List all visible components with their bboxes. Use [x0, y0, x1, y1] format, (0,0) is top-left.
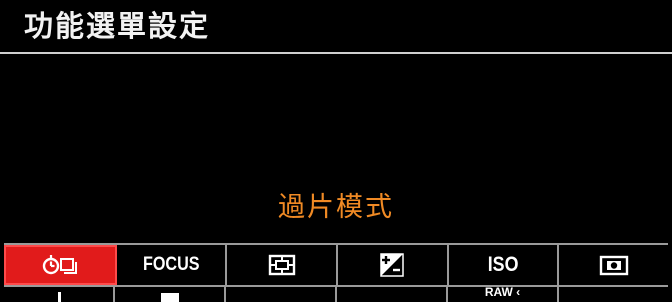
exposure-compensation-button[interactable]	[338, 245, 449, 285]
focus-label: FOCUS	[142, 254, 200, 275]
iso-button[interactable]: ISO	[449, 245, 560, 285]
partial-cell-5[interactable]: RAW ‹	[448, 287, 559, 302]
metering-mode-button[interactable]	[227, 245, 339, 285]
camera-frame-icon	[599, 254, 629, 276]
exposure-compensation-icon	[380, 253, 405, 277]
iso-label: ISO	[487, 253, 519, 276]
second-toolbar-row-partial: RAW ‹	[4, 287, 668, 302]
focus-button[interactable]: FOCUS	[117, 245, 228, 285]
partial-cell-6[interactable]	[559, 287, 668, 302]
self-timer-continuous-icon	[40, 253, 80, 277]
page-title: 功能選單設定	[24, 9, 211, 43]
function-menu-toolbar: FOCUS ISO	[4, 243, 668, 287]
selected-function-label: 過片模式	[278, 192, 394, 223]
partial-cell-1[interactable]	[4, 287, 115, 302]
drive-mode-button[interactable]	[4, 245, 117, 285]
partial-cell-2[interactable]	[115, 287, 226, 302]
partial-cell-4[interactable]	[337, 287, 448, 302]
raw-label-fragment: RAW ‹	[484, 287, 521, 299]
header-bar: 功能選單設定	[0, 0, 672, 52]
metering-mode-icon	[268, 254, 296, 276]
title-divider	[0, 52, 672, 54]
white-balance-button[interactable]	[559, 245, 668, 285]
partial-cell-3[interactable]	[226, 287, 337, 302]
